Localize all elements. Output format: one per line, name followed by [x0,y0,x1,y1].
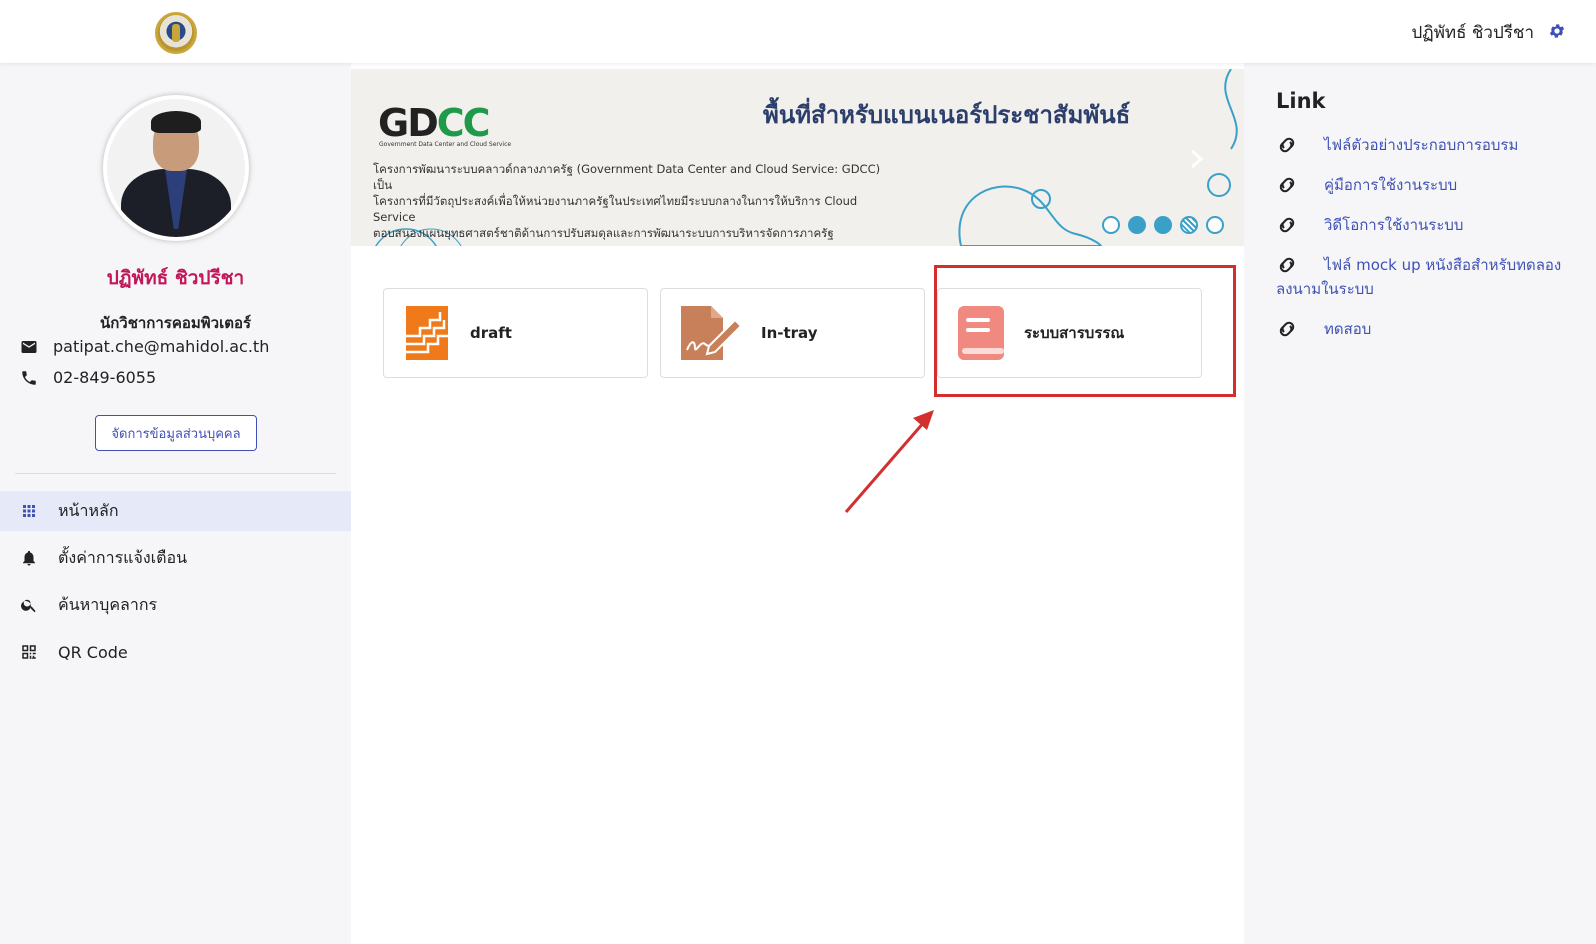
banner-desc-line: ตอบสนองแผนยุทธศาสตร์ชาติด้านการปรับสมดุล… [373,226,834,240]
banner-desc-line: โครงการที่มีวัตถุประสงค์เพื่อให้หน่วยงาน… [373,194,858,224]
search-icon [21,599,36,613]
link-text: คู่มือการใช้งานระบบ [1324,176,1458,194]
nav-item-notifications[interactable]: ตั้งค่าการแจ้งเตือน [0,538,351,578]
phone-row: 02-849-6055 [20,368,156,387]
sidebar: ปฏิพัทธ์ ชิวปรีชา นักวิชาการคอมพิวเตอร์ … [0,63,351,944]
banner-desc-line: โครงการพัฒนาระบบคลาวด์กลางภาครัฐ (Govern… [373,162,881,192]
link-item[interactable]: ไฟล์ตัวอย่างประกอบการอบรม [1276,133,1576,157]
gdcc-caption: Government Data Center and Cloud Service [379,141,512,148]
link-item[interactable]: คู่มือการใช้งานระบบ [1276,173,1576,197]
carousel-dot[interactable] [1154,216,1172,234]
qr-code-icon [22,645,36,659]
main-content: GDCC Government Data Center and Cloud Se… [351,63,1244,944]
profile-role: นักวิชาการคอมพิวเตอร์ [99,314,252,332]
in-tray-card[interactable]: In-tray [660,288,925,378]
link-icon [1279,217,1295,233]
links-panel: Link ไฟล์ตัวอย่างประกอบการอบรม คู่มือการ… [1244,63,1596,944]
nav-item-label: QR Code [58,642,128,662]
top-bar: ปฏิพัทธ์ ชิวปรีชา [0,0,1596,63]
nav-item-label: หน้าหลัก [58,500,119,520]
promo-banner[interactable]: GDCC Government Data Center and Cloud Se… [351,69,1244,246]
manage-profile-button[interactable]: จัดการข้อมูลส่วนบุคคล [95,415,257,451]
link-item[interactable]: ไฟล์ mock up หนังสือสำหรับทดลองลงนามในระ… [1276,253,1576,301]
highlight-annotation-box [934,265,1236,397]
gear-icon[interactable] [1548,22,1566,40]
top-user-name[interactable]: ปฏิพัทธ์ ชิวปรีชา [1412,19,1535,46]
card-label: In-tray [761,324,818,342]
chevron-right-icon[interactable] [1190,149,1204,169]
nav-item-qr-code[interactable]: QR Code [0,632,351,672]
carousel-dots [1102,216,1232,234]
nav-item-label: ตั้งค่าการแจ้งเตือน [58,547,188,567]
link-icon [1279,137,1295,153]
link-icon [1279,257,1295,273]
link-text: ไฟล์ mock up หนังสือสำหรับทดลองลงนามในระ… [1276,256,1562,298]
link-text: ไฟล์ตัวอย่างประกอบการอบรม [1324,136,1519,154]
link-text: ทดสอบ [1324,320,1372,338]
banner-description: โครงการพัฒนาระบบคลาวด์กลางภาครัฐ (Govern… [373,161,893,241]
avatar [103,95,249,241]
carousel-dot[interactable] [1128,216,1146,234]
links-title: Link [1276,89,1326,113]
phone-icon [22,370,36,385]
card-label: draft [470,324,512,342]
email-text: patipat.che@mahidol.ac.th [53,337,270,356]
carousel-dot[interactable] [1180,216,1198,234]
gdcc-logo: GDCC [378,101,491,145]
mail-icon [21,340,37,353]
signature-pen-icon [681,306,741,360]
link-icon [1279,177,1295,193]
bell-icon [23,550,35,566]
sidebar-divider [15,473,336,474]
draft-stack-icon [406,306,448,360]
nav-item-search-staff[interactable]: ค้นหาบุคลากร [0,585,351,625]
link-icon [1279,321,1295,337]
apps-grid-icon [23,505,35,517]
link-text: วิดีโอการใช้งานระบบ [1324,216,1464,234]
carousel-dot[interactable] [1102,216,1120,234]
nav-item-home[interactable]: หน้าหลัก [0,491,351,531]
draft-card[interactable]: draft [383,288,648,378]
link-item[interactable]: ทดสอบ [1276,317,1576,341]
phone-text: 02-849-6055 [53,368,157,387]
email-row: patipat.che@mahidol.ac.th [20,337,269,356]
link-item[interactable]: วิดีโอการใช้งานระบบ [1276,213,1576,237]
banner-title: พื้นที่สำหรับแบนเนอร์ประชาสัมพันธ์ [763,101,1131,129]
carousel-dot[interactable] [1206,216,1224,234]
university-logo-icon[interactable] [155,12,197,54]
profile-name: ปฏิพัทธ์ ชิวปรีชา [106,267,245,289]
nav-item-label: ค้นหาบุคลากร [58,594,158,614]
